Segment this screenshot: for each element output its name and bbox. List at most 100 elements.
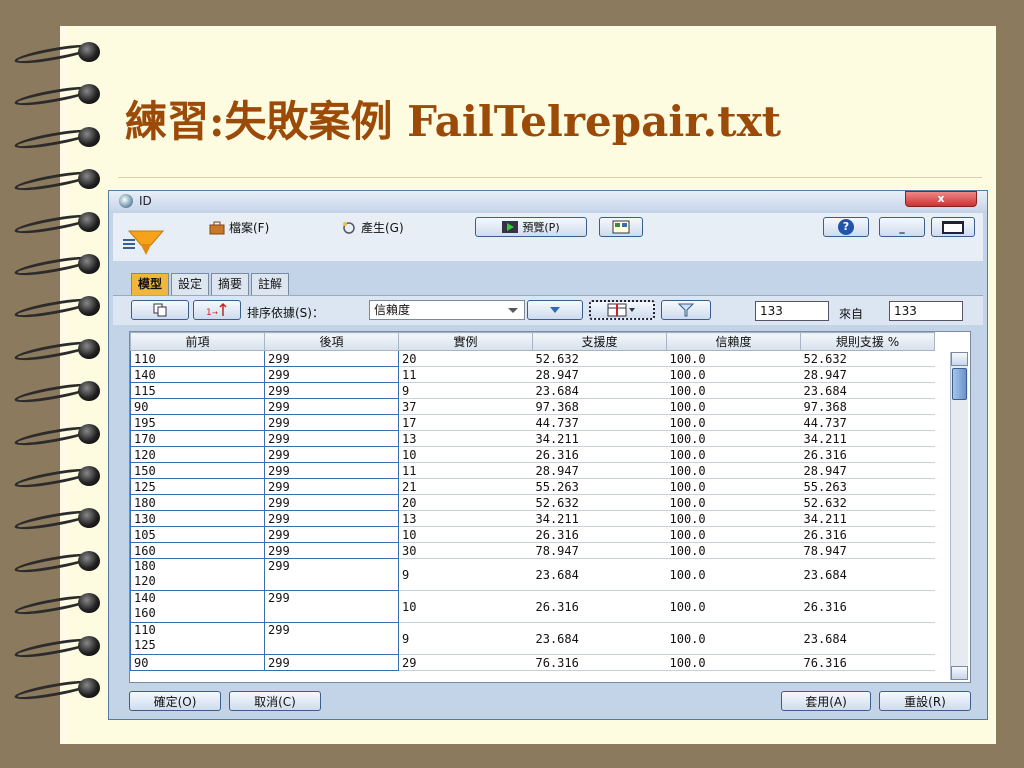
- copy-button[interactable]: [131, 300, 189, 320]
- column-header-antecedent[interactable]: 前項: [130, 332, 265, 351]
- cell-antecedent[interactable]: 130: [130, 510, 265, 527]
- menu-generate[interactable]: 產生(G): [341, 219, 404, 236]
- binding-ring-icon: [13, 677, 104, 703]
- cell-consequent[interactable]: 299: [264, 526, 399, 543]
- cell-antecedent[interactable]: 180: [130, 494, 265, 511]
- cell-antecedent[interactable]: 90: [130, 654, 265, 671]
- cell-antecedent[interactable]: 105: [130, 526, 265, 543]
- cell-consequent[interactable]: 299: [264, 478, 399, 495]
- antecedent-item: 120: [134, 447, 156, 462]
- cell-instances: 10: [398, 590, 533, 623]
- table-row[interactable]: 170 299 13 34.211 100.0 34.211: [130, 430, 935, 447]
- cell-consequent[interactable]: 299: [264, 414, 399, 431]
- play-icon: [502, 221, 519, 233]
- table-row[interactable]: 120 299 10 26.316 100.0 26.316: [130, 446, 935, 463]
- tab-model[interactable]: 模型: [131, 273, 170, 295]
- cell-consequent[interactable]: 299: [264, 462, 399, 479]
- reset-button[interactable]: 重設(R): [879, 691, 971, 711]
- column-header-confidence[interactable]: 信賴度: [666, 332, 801, 351]
- apply-button[interactable]: 套用(A): [781, 691, 871, 711]
- close-button[interactable]: x: [905, 191, 977, 207]
- cell-support: 28.947: [532, 462, 667, 479]
- table-row[interactable]: 90 299 29 76.316 100.0 76.316: [130, 654, 935, 671]
- title-divider: [118, 177, 982, 178]
- cell-antecedent[interactable]: 150: [130, 462, 265, 479]
- scroll-up-arrow-icon[interactable]: [951, 352, 968, 366]
- minimize-button[interactable]: _: [879, 217, 925, 237]
- display-options-button[interactable]: [589, 300, 655, 320]
- table-row[interactable]: 160 299 30 78.947 100.0 78.947: [130, 542, 935, 559]
- cell-consequent[interactable]: 299: [264, 510, 399, 527]
- table-row[interactable]: 130 299 13 34.211 100.0 34.211: [130, 510, 935, 527]
- table-row[interactable]: 140 299 11 28.947 100.0 28.947: [130, 366, 935, 383]
- table-row[interactable]: 140 160 299 10 26.316 100.0 26.316: [130, 590, 935, 623]
- cell-consequent[interactable]: 299: [264, 654, 399, 671]
- export-button[interactable]: [599, 217, 643, 237]
- table-row[interactable]: 150 299 11 28.947 100.0 28.947: [130, 462, 935, 479]
- antecedent-item: 195: [134, 415, 156, 430]
- cell-consequent[interactable]: 299: [264, 558, 399, 591]
- cell-antecedent[interactable]: 110: [130, 350, 265, 367]
- cell-antecedent[interactable]: 160: [130, 542, 265, 559]
- table-row[interactable]: 105 299 10 26.316 100.0 26.316: [130, 526, 935, 543]
- sort-order-button[interactable]: 1 →: [193, 300, 241, 320]
- table-row[interactable]: 110 299 20 52.632 100.0 52.632: [130, 350, 935, 367]
- cell-antecedent[interactable]: 140 160: [130, 590, 265, 623]
- menu-file[interactable]: 檔案(F): [209, 219, 269, 236]
- tab-settings[interactable]: 設定: [171, 273, 210, 295]
- cell-consequent[interactable]: 299: [264, 494, 399, 511]
- cell-antecedent[interactable]: 140: [130, 366, 265, 383]
- cell-support: 78.947: [532, 542, 667, 559]
- cell-consequent[interactable]: 299: [264, 366, 399, 383]
- table-row[interactable]: 115 299 9 23.684 100.0 23.684: [130, 382, 935, 399]
- help-button[interactable]: ?: [823, 217, 869, 237]
- preview-button[interactable]: 預覽(P): [475, 217, 587, 237]
- table-row[interactable]: 125 299 21 55.263 100.0 55.263: [130, 478, 935, 495]
- cell-consequent[interactable]: 299: [264, 350, 399, 367]
- table-row[interactable]: 110 125 299 9 23.684 100.0 23.684: [130, 622, 935, 655]
- cell-consequent[interactable]: 299: [264, 446, 399, 463]
- binding-ring-icon: [13, 41, 104, 67]
- cancel-button[interactable]: 取消(C): [229, 691, 321, 711]
- minimize-icon: _: [899, 220, 905, 234]
- cell-confidence: 100.0: [666, 590, 801, 623]
- cell-antecedent[interactable]: 195: [130, 414, 265, 431]
- tab-summary[interactable]: 摘要: [211, 273, 250, 295]
- cell-consequent[interactable]: 299: [264, 590, 399, 623]
- scroll-down-arrow-icon[interactable]: [951, 666, 968, 680]
- maximize-button[interactable]: [931, 217, 975, 237]
- tab-annotations[interactable]: 註解: [251, 273, 290, 295]
- cell-consequent[interactable]: 299: [264, 430, 399, 447]
- window-titlebar[interactable]: ID x: [109, 191, 987, 211]
- cell-antecedent[interactable]: 90: [130, 398, 265, 415]
- column-header-support[interactable]: 支援度: [532, 332, 667, 351]
- toolbar-area: 檔案(F) 產生(G) 預覽(P) ? _: [113, 213, 983, 261]
- cell-rule-support: 52.632: [800, 350, 935, 367]
- ok-button[interactable]: 確定(O): [129, 691, 221, 711]
- table-row[interactable]: 90 299 37 97.368 100.0 97.368: [130, 398, 935, 415]
- cell-consequent[interactable]: 299: [264, 622, 399, 655]
- filter-button[interactable]: [661, 300, 711, 320]
- column-header-consequent[interactable]: 後項: [264, 332, 399, 351]
- cell-support: 23.684: [532, 622, 667, 655]
- cell-consequent[interactable]: 299: [264, 542, 399, 559]
- cell-consequent[interactable]: 299: [264, 382, 399, 399]
- cell-antecedent[interactable]: 170: [130, 430, 265, 447]
- table-row[interactable]: 180 299 20 52.632 100.0 52.632: [130, 494, 935, 511]
- vertical-scrollbar[interactable]: [950, 352, 968, 680]
- scroll-thumb[interactable]: [952, 368, 967, 400]
- table-row[interactable]: 195 299 17 44.737 100.0 44.737: [130, 414, 935, 431]
- cell-antecedent[interactable]: 115: [130, 382, 265, 399]
- svg-text:→: →: [212, 309, 218, 317]
- cell-rule-support: 76.316: [800, 654, 935, 671]
- cell-consequent[interactable]: 299: [264, 398, 399, 415]
- cell-antecedent[interactable]: 125: [130, 478, 265, 495]
- cell-antecedent[interactable]: 180 120: [130, 558, 265, 591]
- sort-by-select[interactable]: 信賴度: [369, 300, 525, 320]
- sort-direction-button[interactable]: [527, 300, 583, 320]
- column-header-rule-support[interactable]: 規則支援 %: [800, 332, 935, 351]
- cell-antecedent[interactable]: 110 125: [130, 622, 265, 655]
- table-row[interactable]: 180 120 299 9 23.684 100.0 23.684: [130, 558, 935, 591]
- column-header-instances[interactable]: 實例: [398, 332, 533, 351]
- cell-antecedent[interactable]: 120: [130, 446, 265, 463]
